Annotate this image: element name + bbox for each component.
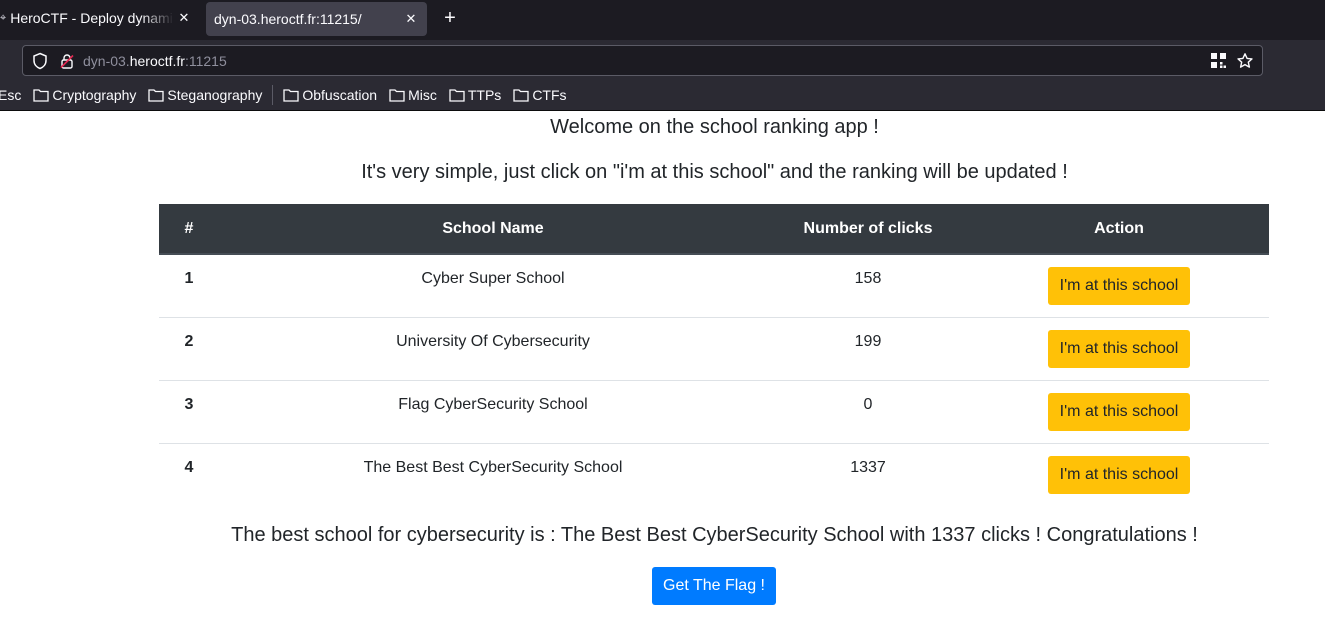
- welcome-heading: Welcome on the school ranking app !: [550, 116, 879, 138]
- bookmark-folder-misc[interactable]: Misc: [389, 87, 437, 103]
- favicon-icon: ⌖: [0, 11, 7, 24]
- bookmark-label: Cryptography: [52, 87, 137, 103]
- bookmark-label: Obfuscation: [302, 87, 378, 103]
- bookmark-label: Esc: [0, 87, 22, 103]
- school-ranking-table: # School Name Number of clicks Action 1 …: [159, 204, 1269, 506]
- url-text[interactable]: dyn-03.heroctf.fr:11215: [83, 53, 227, 69]
- school-name-cell: Flag CyberSecurity School: [219, 379, 767, 443]
- navigation-bar: dyn-03.heroctf.fr:11215: [0, 40, 1325, 80]
- action-cell: I'm at this school: [969, 316, 1269, 380]
- clicks-cell: 1337: [767, 442, 969, 506]
- bookmark-esc[interactable]: Esc: [0, 87, 21, 103]
- folder-icon: [33, 89, 49, 102]
- clicks-cell: 199: [767, 316, 969, 380]
- lock-icon[interactable]: [59, 53, 75, 69]
- tab-bar: ⌖ HeroCTF - Deploy dynami ✕ dyn-03.heroc…: [0, 0, 1325, 40]
- url-bar[interactable]: dyn-03.heroctf.fr:11215: [22, 45, 1263, 76]
- rank-cell: 3: [159, 379, 219, 443]
- bookmark-label: Steganography: [167, 87, 263, 103]
- school-name-cell: The Best Best CyberSecurity School: [219, 442, 767, 506]
- tab-title: dyn-03.heroctf.fr:11215/: [214, 11, 362, 27]
- action-cell: I'm at this school: [969, 442, 1269, 506]
- im-at-this-school-button[interactable]: I'm at this school: [1047, 455, 1191, 494]
- tab-active-school-app[interactable]: dyn-03.heroctf.fr:11215/ ✕: [206, 2, 427, 36]
- table-row: 2 University Of Cybersecurity 199 I'm at…: [159, 316, 1269, 380]
- rank-cell: 2: [159, 316, 219, 380]
- bookmark-folder-cryptography[interactable]: Cryptography: [33, 87, 136, 103]
- new-tab-icon[interactable]: +: [438, 6, 462, 30]
- bookmark-separator: [272, 85, 274, 105]
- bookmark-label: Misc: [408, 87, 437, 103]
- table-row: 4 The Best Best CyberSecurity School 133…: [159, 442, 1269, 506]
- header-rank: #: [159, 204, 219, 255]
- bookmark-folder-obfuscation[interactable]: Obfuscation: [283, 87, 377, 103]
- bookmark-folder-ttps[interactable]: TTPs: [449, 87, 501, 103]
- tab-title: HeroCTF - Deploy dynami: [10, 10, 173, 26]
- header-action: Action: [969, 204, 1269, 255]
- tab-heroctf-deploy[interactable]: ⌖ HeroCTF - Deploy dynami ✕: [0, 0, 200, 36]
- folder-icon: [148, 89, 165, 102]
- rank-cell: 4: [159, 442, 219, 506]
- qr-code-icon[interactable]: [1211, 53, 1226, 68]
- im-at-this-school-button[interactable]: I'm at this school: [1047, 267, 1191, 305]
- shield-icon[interactable]: [31, 52, 49, 70]
- bookmark-folder-ctfs[interactable]: CTFs: [513, 87, 567, 103]
- intro-text: It's very simple, just click on "i'm at …: [361, 161, 1068, 183]
- folder-icon: [513, 89, 529, 102]
- school-name-cell: University Of Cybersecurity: [219, 316, 767, 380]
- close-icon[interactable]: ✕: [174, 10, 194, 26]
- folder-icon: [389, 89, 405, 102]
- im-at-this-school-button[interactable]: I'm at this school: [1047, 329, 1191, 368]
- clicks-cell: 0: [767, 379, 969, 443]
- bookmark-label: TTPs: [467, 87, 502, 103]
- rank-cell: 1: [184, 270, 194, 287]
- action-cell: I'm at this school: [969, 379, 1269, 443]
- clicks-cell: 158: [854, 270, 882, 287]
- folder-icon: [283, 89, 300, 102]
- url-prefix: dyn-03.: [83, 52, 130, 69]
- table-row: 1 Cyber Super School 158 I'm at this sch…: [159, 254, 1269, 317]
- school-name-cell: Cyber Super School: [421, 270, 565, 287]
- page-content: Welcome on the school ranking app ! It's…: [0, 111, 1325, 635]
- header-clicks: Number of clicks: [767, 204, 969, 255]
- bookmarks-toolbar: Esc Cryptography Steganography Obfuscati…: [0, 80, 1325, 111]
- best-school-message: The best school for cybersecurity is : T…: [231, 524, 1198, 546]
- bookmark-label: CTFs: [532, 87, 567, 103]
- action-cell: I'm at this school: [969, 254, 1269, 317]
- bookmark-star-icon[interactable]: [1236, 52, 1254, 70]
- im-at-this-school-button[interactable]: I'm at this school: [1047, 392, 1191, 431]
- get-the-flag-button[interactable]: Get The Flag !: [652, 567, 776, 605]
- folder-icon: [449, 89, 465, 102]
- table-row: 3 Flag CyberSecurity School 0 I'm at thi…: [159, 379, 1269, 443]
- bookmark-folder-steganography[interactable]: Steganography: [148, 87, 262, 103]
- table-header-row: # School Name Number of clicks Action: [159, 204, 1269, 255]
- url-host: heroctf.fr: [129, 52, 185, 69]
- header-school-name: School Name: [219, 204, 767, 255]
- url-port: :11215: [184, 52, 227, 69]
- close-icon[interactable]: ✕: [401, 11, 421, 27]
